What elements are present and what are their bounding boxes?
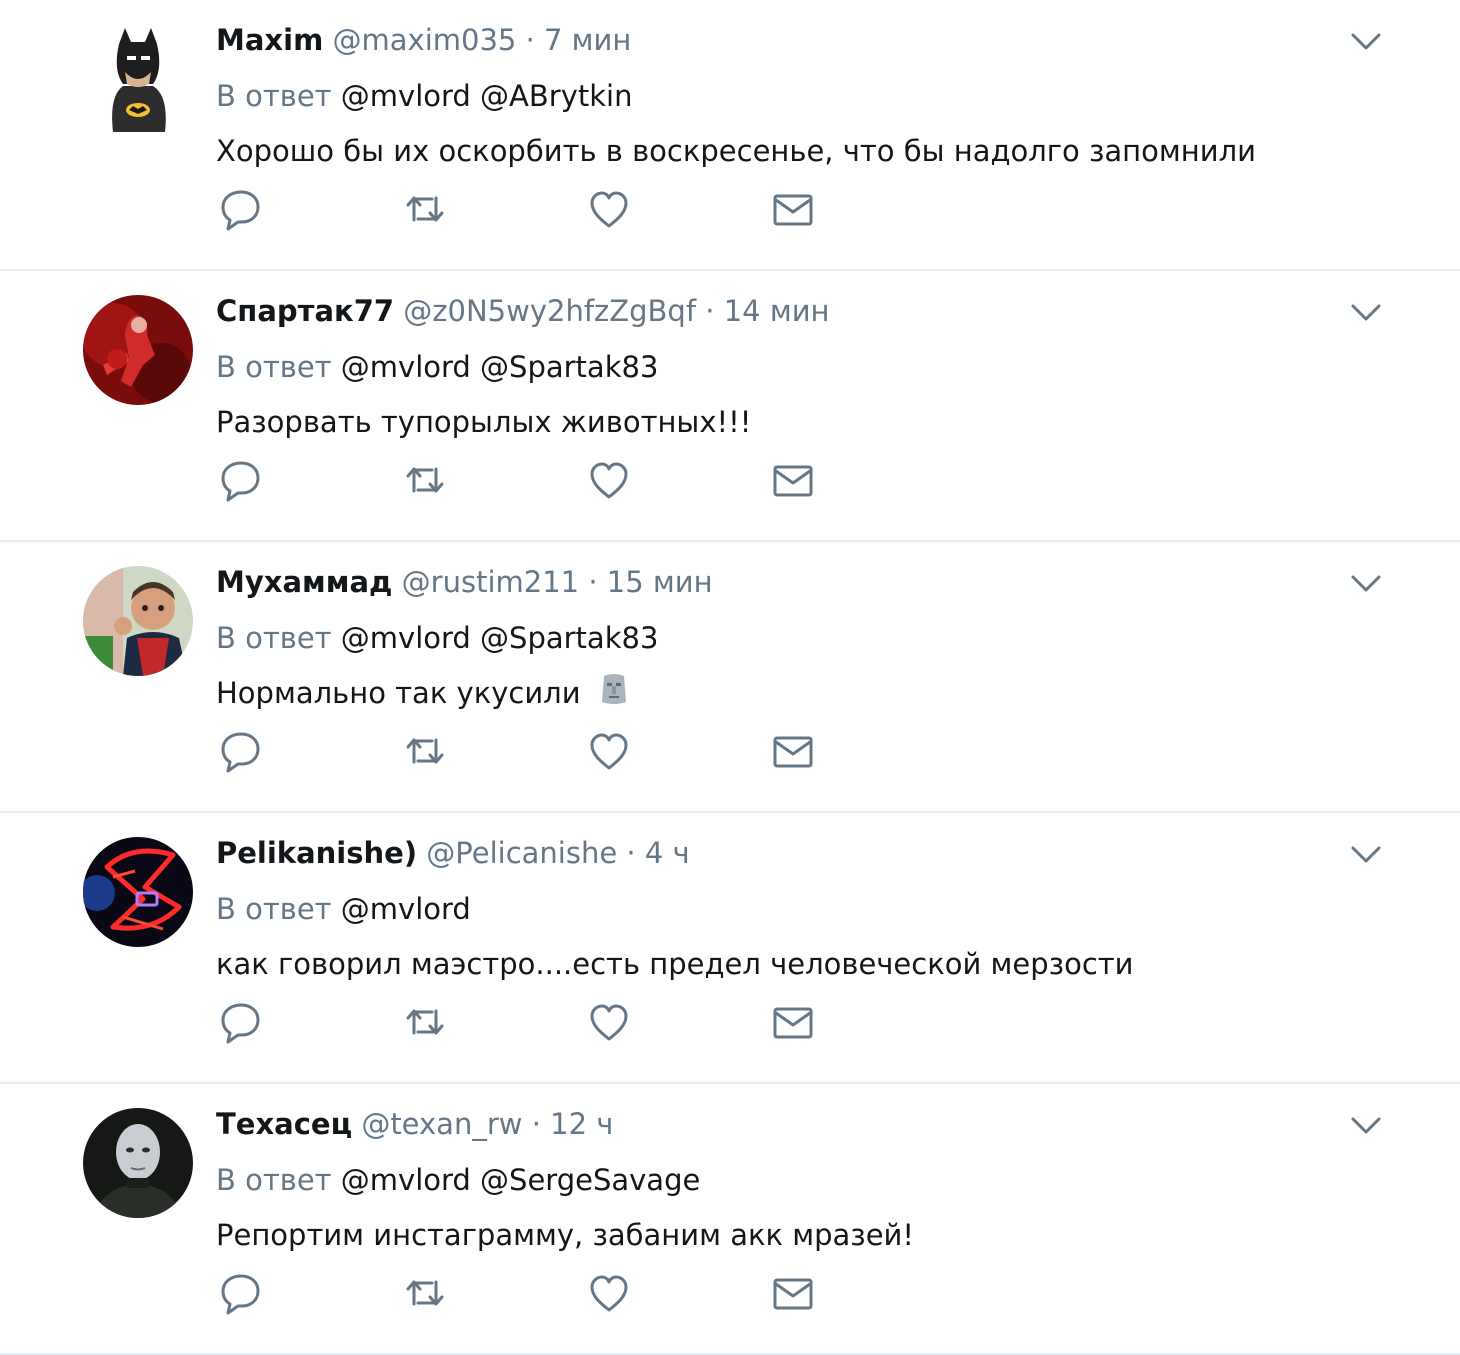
tweet-text: как говорил маэстро....есть предел челов… <box>216 942 1134 986</box>
author-name[interactable]: Мухаммад <box>216 565 392 599</box>
reply-context: В ответ @mvlord <box>216 887 471 931</box>
heart-icon[interactable] <box>584 726 634 776</box>
tweet-header: Спартак77 @z0N5wy2hfzZgBqf · 14 мин <box>216 289 830 333</box>
avatar[interactable] <box>83 24 193 134</box>
chevron-down-icon[interactable] <box>1346 27 1386 57</box>
reply-context: В ответ @mvlord @SergeSavage <box>216 1158 700 1202</box>
author-handle[interactable]: @Pelicanishe <box>426 836 617 870</box>
action-bar <box>216 997 836 1047</box>
retweet-icon[interactable] <box>400 184 450 234</box>
separator: · <box>626 836 636 870</box>
mention-links[interactable]: @mvlord @Spartak83 <box>341 350 659 384</box>
tweet-header: Мухаммад @rustim211 · 15 мин <box>216 560 713 604</box>
reply-prefix: В ответ <box>216 350 332 384</box>
reply-icon[interactable] <box>216 455 266 505</box>
chevron-down-icon[interactable] <box>1346 569 1386 599</box>
author-name[interactable]: Maxim <box>216 23 323 57</box>
timestamp[interactable]: 12 ч <box>550 1107 613 1141</box>
tweet[interactable]: Мухаммад @rustim211 · 15 мин В ответ @mv… <box>0 542 1460 813</box>
avatar[interactable] <box>83 566 193 676</box>
timestamp[interactable]: 15 мин <box>607 565 713 599</box>
moai-emoji-icon <box>598 672 630 718</box>
action-bar <box>216 184 836 234</box>
action-bar <box>216 1268 836 1318</box>
tweet-text-content: Нормально так укусили <box>216 676 581 710</box>
heart-icon[interactable] <box>584 455 634 505</box>
separator: · <box>531 1107 541 1141</box>
action-bar <box>216 726 836 776</box>
reply-context: В ответ @mvlord @ABrytkin <box>216 74 632 118</box>
action-bar <box>216 455 836 505</box>
reply-prefix: В ответ <box>216 1163 332 1197</box>
chevron-down-icon[interactable] <box>1346 1111 1386 1141</box>
mention-links[interactable]: @mvlord @ABrytkin <box>341 79 633 113</box>
envelope-icon[interactable] <box>768 997 818 1047</box>
envelope-icon[interactable] <box>768 455 818 505</box>
author-handle[interactable]: @rustim211 <box>402 565 579 599</box>
author-name[interactable]: Техасец <box>216 1107 352 1141</box>
tweet[interactable]: Спартак77 @z0N5wy2hfzZgBqf · 14 мин В от… <box>0 271 1460 542</box>
author-name[interactable]: Pelikanishe) <box>216 836 417 870</box>
reply-prefix: В ответ <box>216 79 332 113</box>
timestamp[interactable]: 4 ч <box>645 836 690 870</box>
chevron-down-icon[interactable] <box>1346 840 1386 870</box>
tweet[interactable]: Техасец @texan_rw · 12 ч В ответ @mvlord… <box>0 1084 1460 1355</box>
author-name[interactable]: Спартак77 <box>216 294 394 328</box>
tweet-text-content: Репортим инстаграмму, забаним акк мразей… <box>216 1218 915 1252</box>
tweet-text: Хорошо бы их оскорбить в воскресенье, чт… <box>216 129 1256 173</box>
avatar[interactable] <box>83 1108 193 1218</box>
mention-links[interactable]: @mvlord @Spartak83 <box>341 621 659 655</box>
mention-links[interactable]: @mvlord @SergeSavage <box>341 1163 701 1197</box>
author-handle[interactable]: @z0N5wy2hfzZgBqf <box>403 294 696 328</box>
reply-icon[interactable] <box>216 997 266 1047</box>
avatar[interactable] <box>83 295 193 405</box>
author-handle[interactable]: @texan_rw <box>361 1107 522 1141</box>
tweet[interactable]: Pelikanishe) @Pelicanishe · 4 ч В ответ … <box>0 813 1460 1084</box>
timestamp[interactable]: 7 мин <box>544 23 631 57</box>
tweet-header: Maxim @maxim035 · 7 мин <box>216 18 631 62</box>
tweet-text: Репортим инстаграмму, забаним акк мразей… <box>216 1213 914 1257</box>
heart-icon[interactable] <box>584 184 634 234</box>
separator: · <box>705 294 715 328</box>
tweet-header: Pelikanishe) @Pelicanishe · 4 ч <box>216 831 690 875</box>
reply-icon[interactable] <box>216 184 266 234</box>
envelope-icon[interactable] <box>768 184 818 234</box>
timestamp[interactable]: 14 мин <box>724 294 830 328</box>
tweet-text: Разорвать тупорылых животных!!! <box>216 400 751 444</box>
reply-icon[interactable] <box>216 726 266 776</box>
author-handle[interactable]: @maxim035 <box>333 23 517 57</box>
envelope-icon[interactable] <box>768 1268 818 1318</box>
heart-icon[interactable] <box>584 997 634 1047</box>
retweet-icon[interactable] <box>400 1268 450 1318</box>
tweet-header: Техасец @texan_rw · 12 ч <box>216 1102 613 1146</box>
tweet-text: Нормально так укусили <box>216 671 630 715</box>
reply-context: В ответ @mvlord @Spartak83 <box>216 345 658 389</box>
retweet-icon[interactable] <box>400 726 450 776</box>
reply-prefix: В ответ <box>216 892 332 926</box>
tweet-text-content: Хорошо бы их оскорбить в воскресенье, чт… <box>216 134 1256 168</box>
reply-context: В ответ @mvlord @Spartak83 <box>216 616 658 660</box>
mention-links[interactable]: @mvlord <box>341 892 471 926</box>
tweet-text-content: Разорвать тупорылых животных!!! <box>216 405 752 439</box>
separator: · <box>525 23 535 57</box>
reply-icon[interactable] <box>216 1268 266 1318</box>
retweet-icon[interactable] <box>400 997 450 1047</box>
tweet-text-content: как говорил маэстро....есть предел челов… <box>216 947 1134 981</box>
avatar[interactable] <box>83 837 193 947</box>
separator: · <box>588 565 598 599</box>
chevron-down-icon[interactable] <box>1346 298 1386 328</box>
envelope-icon[interactable] <box>768 726 818 776</box>
reply-prefix: В ответ <box>216 621 332 655</box>
tweet[interactable]: Maxim @maxim035 · 7 мин В ответ @mvlord … <box>0 0 1460 271</box>
heart-icon[interactable] <box>584 1268 634 1318</box>
retweet-icon[interactable] <box>400 455 450 505</box>
